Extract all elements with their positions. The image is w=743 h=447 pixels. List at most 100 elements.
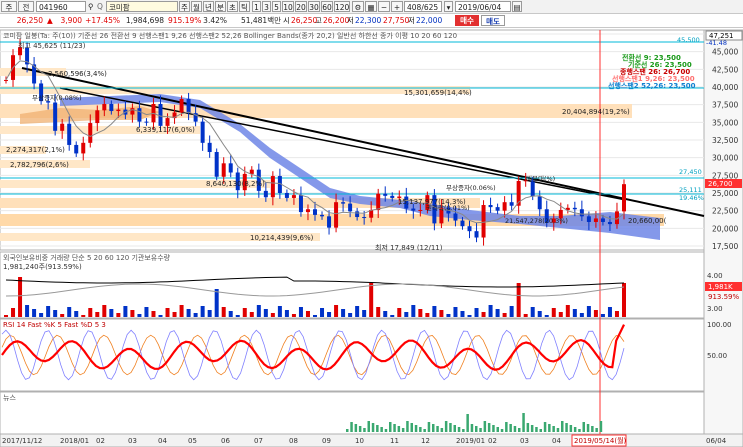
stock-code-input[interactable]: 041960	[36, 1, 86, 12]
vp-label-2: 2,274,317(2,1%)	[6, 146, 65, 154]
current-price-tag: 26,700	[708, 180, 733, 188]
level-label-45500: 45,500	[677, 36, 700, 44]
price-tick-label: 37,500	[712, 101, 738, 110]
vp-label-7: 20,404,894(19,2%)	[562, 108, 630, 116]
time-axis-label: 2018/01	[60, 437, 89, 445]
volume-bar	[383, 311, 388, 317]
vp-label-4: 6,339,117(6,0%)	[136, 126, 195, 134]
candle-body	[186, 99, 191, 114]
volume-bar	[67, 307, 72, 317]
sell-button[interactable]: 매도	[481, 15, 505, 26]
interval-30[interactable]: 30	[308, 1, 320, 12]
candle-body	[95, 110, 100, 124]
time-axis-label: 03	[520, 437, 529, 445]
volume-bar	[320, 308, 325, 317]
period-tab-second[interactable]: 초	[227, 1, 238, 12]
volume-bar	[151, 311, 156, 317]
rsi-tick-50: 50.00	[707, 352, 727, 360]
menu-button-2[interactable]: 전	[18, 1, 34, 12]
settings-icon[interactable]: ⚙	[352, 1, 364, 12]
volume-bar	[579, 313, 584, 317]
interval-120[interactable]: 120	[334, 1, 350, 12]
volume-bar	[488, 305, 493, 317]
time-axis	[0, 433, 743, 447]
news-bar	[367, 421, 370, 432]
search-icon[interactable]: ⚲	[88, 1, 94, 12]
news-bar	[380, 427, 383, 432]
volume-bar	[418, 309, 423, 317]
news-bar	[401, 428, 405, 432]
interval-60[interactable]: 60	[321, 1, 333, 12]
news-bar	[410, 423, 413, 432]
stock-name-field[interactable]: 코미팜	[106, 1, 178, 12]
data-counter[interactable]: 408/625	[404, 1, 442, 12]
period-tab-minute[interactable]: 분	[215, 1, 226, 12]
candle-body	[460, 220, 465, 227]
volume-tag-2: 913.59%	[708, 293, 739, 301]
volume-bar	[390, 315, 395, 317]
volume-bar	[81, 315, 86, 317]
period-tab-week[interactable]: 주	[179, 1, 190, 12]
toolbar-row-1: 주 전 041960 ⚲ Q 코미팜 주 월 년 분 초 틱 1 3 5 10 …	[0, 0, 743, 14]
interval-10[interactable]: 10	[282, 1, 294, 12]
price-tick-label: 22,500	[712, 207, 738, 216]
news-bar	[384, 429, 388, 432]
code-mark[interactable]: Q	[97, 1, 103, 12]
interval-5[interactable]: 5	[272, 1, 281, 12]
volume-bar	[495, 309, 500, 317]
period-tab-year[interactable]: 년	[203, 1, 214, 12]
volume-bar	[327, 312, 332, 317]
candle-body	[144, 121, 149, 123]
candle-body	[488, 205, 493, 208]
chevron-down-icon[interactable]: ▾	[444, 1, 453, 12]
time-axis-label: 02	[96, 437, 105, 445]
volume-value: 1,981,240주(913.59%)	[3, 263, 82, 271]
volume-bar	[411, 305, 416, 317]
vp-label-5: 8,640,130(8,2%)	[206, 180, 265, 188]
interval-1[interactable]: 1	[252, 1, 261, 12]
volume-bar	[516, 283, 521, 317]
interval-3[interactable]: 3	[262, 1, 271, 12]
interval-20[interactable]: 20	[295, 1, 307, 12]
calendar-icon[interactable]: ▤	[512, 1, 522, 12]
volume-bar	[460, 311, 465, 317]
date-field[interactable]: 2019/06/04	[455, 1, 511, 12]
volume-bar	[158, 315, 163, 317]
news-bar	[500, 429, 504, 432]
news-bar	[475, 426, 478, 432]
volume-bar	[235, 315, 240, 317]
candle-body	[60, 123, 65, 131]
rsi-legend: RSI 14 Fast %K 5 Fast %D 5 3	[3, 321, 106, 329]
volume-bar	[425, 313, 430, 317]
price-legend: 코미팜 일봉(Ta: 주(10)) 기준선 26 전환선 9 선행스팬1 9,2…	[3, 31, 457, 40]
menu-button-1[interactable]: 주	[1, 1, 17, 12]
period-tab-month[interactable]: 월	[191, 1, 202, 12]
zoom-in-icon[interactable]: +	[391, 1, 403, 12]
high-label: 고	[315, 16, 322, 25]
candle-body	[341, 202, 346, 204]
vp-label-11: 20,660,00(	[628, 217, 667, 225]
candle-body	[607, 221, 612, 225]
news-bar	[505, 422, 508, 432]
candle-body	[622, 184, 626, 212]
stock-chart[interactable]: 코미팜 일봉(Ta: 주(10)) 기준선 26 전환선 9 선행스팬1 9,2…	[0, 28, 743, 447]
buy-button[interactable]: 매수	[455, 15, 479, 26]
time-axis-label: 06/04	[706, 437, 727, 445]
news-bar	[599, 421, 603, 432]
volume-bar	[242, 308, 247, 317]
candle-body	[579, 209, 584, 217]
volume-bar	[298, 307, 303, 317]
volume-bar	[600, 314, 605, 317]
min-price-label: 최저 17,849 (12/11)	[375, 243, 443, 252]
period-tab-tick[interactable]: 틱	[239, 1, 250, 12]
max-price-label: 최고 45,625 (11/23)	[18, 41, 86, 50]
news-bar	[466, 414, 469, 432]
volume-bar	[474, 308, 479, 317]
current-price: 26,250	[16, 16, 43, 25]
zoom-out-icon[interactable]: −	[378, 1, 390, 12]
candle-body	[572, 207, 577, 210]
grid-icon[interactable]: ▦	[365, 1, 377, 12]
price-tick-label: 25,000	[712, 189, 738, 198]
volume-bar	[179, 305, 184, 317]
candle-body	[74, 144, 79, 154]
